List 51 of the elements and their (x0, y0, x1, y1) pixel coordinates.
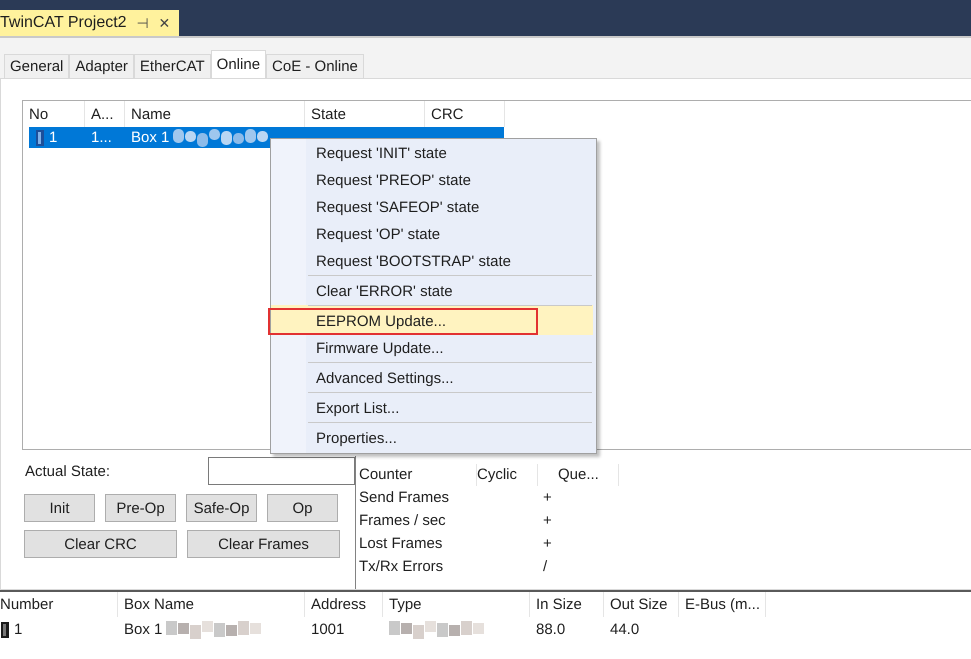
table-cell-text: Tx/Rx Errors (359, 558, 444, 575)
tab[interactable]: EtherCAT (134, 54, 211, 78)
table-cell: Box 1 (124, 621, 162, 638)
column-header[interactable]: In Size (530, 592, 604, 617)
device-icon (0, 620, 10, 638)
menu-item[interactable]: Request 'OP' state (271, 221, 593, 248)
menu-item[interactable]: Request 'SAFEOP' state (271, 194, 593, 221)
column-header[interactable]: Address (305, 592, 383, 617)
actual-state-label: Actual State: (25, 462, 110, 480)
table-cell: + (543, 535, 552, 552)
state-field[interactable] (208, 457, 355, 485)
state-button[interactable]: Pre-Op (105, 494, 176, 522)
table-cell: Box 1 (131, 129, 170, 146)
table-cell: 88.0 (536, 621, 566, 638)
tab[interactable]: Adapter (69, 54, 134, 78)
pin-icon[interactable]: ⊣ (136, 15, 149, 31)
tab[interactable]: Online (210, 50, 266, 78)
column-header[interactable]: E-Bus (m... (679, 592, 766, 617)
menu-item[interactable]: Firmware Update... (271, 335, 593, 362)
table-cell-text: Frames / sec (359, 512, 447, 529)
state-button[interactable]: Safe-Op (186, 494, 257, 522)
column-header[interactable]: Type (383, 592, 530, 617)
table-cell: 1 (49, 129, 58, 146)
table-cell-text: Send Frames (359, 489, 450, 506)
column-header[interactable]: Counter (359, 464, 477, 486)
menu-item[interactable]: EEPROM Update... (271, 305, 593, 335)
document-tab[interactable]: TwinCAT Project2 ⊣ ✕ (0, 10, 179, 36)
table-cell: 44.0 (610, 621, 640, 638)
device-icon (35, 128, 45, 146)
clear-button[interactable]: Clear Frames (187, 530, 340, 558)
column-header[interactable]: Cyclic (477, 464, 538, 486)
table-cell: + (543, 489, 552, 506)
menu-item[interactable]: Request 'PREOP' state (271, 167, 593, 194)
table-cell: 1... (91, 129, 112, 146)
column-header[interactable]: Box Name (118, 592, 305, 617)
table-cell: + (543, 512, 552, 529)
state-button[interactable]: Op (267, 494, 338, 522)
clear-button[interactable]: Clear CRC (24, 530, 177, 558)
tab[interactable]: General (4, 54, 70, 78)
close-icon[interactable]: ✕ (158, 15, 171, 31)
table-cell: 1 (14, 621, 22, 638)
column-header[interactable]: Que... (538, 464, 619, 486)
table-cell: / (543, 558, 548, 575)
table-cell-text: Lost Frames (359, 535, 444, 552)
state-button[interactable]: Init (24, 494, 95, 522)
column-header[interactable]: Out Size (604, 592, 679, 617)
tab[interactable]: CoE - Online (266, 54, 364, 78)
tab-title: TwinCAT Project2 (0, 14, 127, 32)
menu-item[interactable]: Request 'BOOTSTRAP' state (271, 248, 593, 275)
table-cell: 1001 (311, 621, 344, 638)
column-header[interactable]: Number (0, 592, 118, 617)
